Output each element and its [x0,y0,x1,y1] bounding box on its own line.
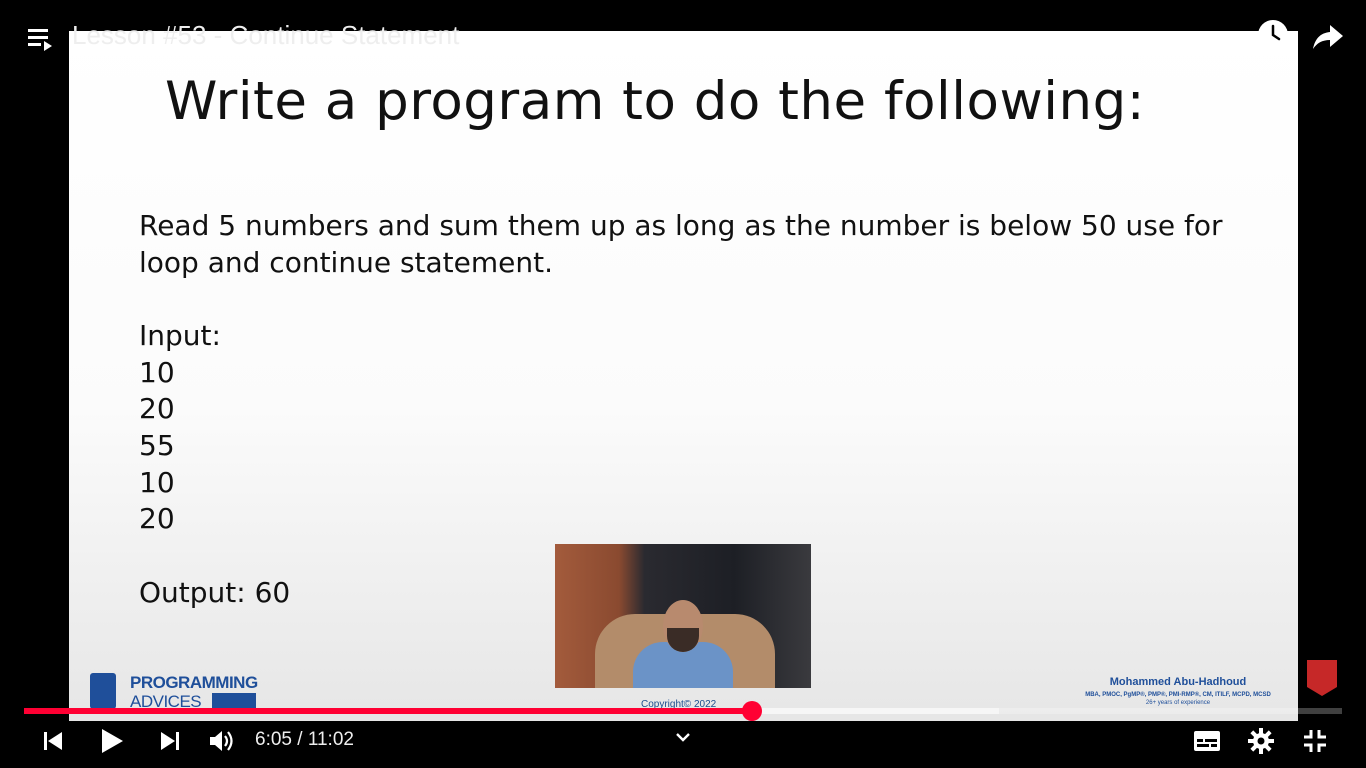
subscribe-badge-icon[interactable] [1307,660,1337,696]
share-icon[interactable] [1311,19,1345,53]
played-bar [24,708,752,714]
slide-problem-text: Read 5 numbers and sum them up as long a… [139,209,1223,279]
presenter-webcam [555,544,811,688]
chevron-down-icon[interactable] [671,722,695,752]
player-top-bar: Lesson #53 - Continue Statement [0,0,1366,72]
presenter-credentials: MBA, PMOC, PgMP®, PMP®, PMI-RMP®, CM, IT… [1085,692,1271,698]
progress-bar[interactable] [24,701,1342,721]
player-controls: 6:05 / 11:02 [0,718,1366,768]
input-value: 10 [139,465,175,499]
video-title[interactable]: Lesson #53 - Continue Statement [72,20,459,51]
playlist-icon[interactable] [28,26,54,52]
captions-icon[interactable] [1193,726,1221,756]
output-text: Output: 60 [139,576,291,609]
input-label: Input: [139,319,221,352]
logo-line1: PROGRAMMING [130,673,258,692]
clock-icon[interactable] [1257,19,1289,51]
input-value: 55 [139,429,175,463]
input-value: 20 [139,502,175,536]
time-display: 6:05 / 11:02 [255,729,354,750]
input-value: 10 [139,355,175,389]
slide-title: Write a program to do the following: [165,71,1146,132]
skip-next-icon[interactable] [155,726,185,756]
presenter-name: Mohammed Abu-Hadhoud [1109,676,1247,688]
gear-icon[interactable] [1247,726,1275,756]
input-value: 20 [139,392,175,426]
presenter-experience: 26+ years of experience [1145,700,1211,706]
input-block: Input: 10 20 55 10 20 [139,318,221,538]
fullscreen-exit-icon[interactable] [1301,726,1329,756]
presenter-card: Mohammed Abu-Hadhoud MBA, PMOC, PgMP®, P… [1068,676,1288,706]
logo-tagline [212,693,256,708]
logo-mark-icon [90,673,116,709]
programming-advices-logo: PROGRAMMING ADVICES [90,673,270,711]
volume-icon[interactable] [207,726,237,756]
skip-previous-icon[interactable] [38,726,68,756]
play-icon[interactable] [96,726,128,756]
